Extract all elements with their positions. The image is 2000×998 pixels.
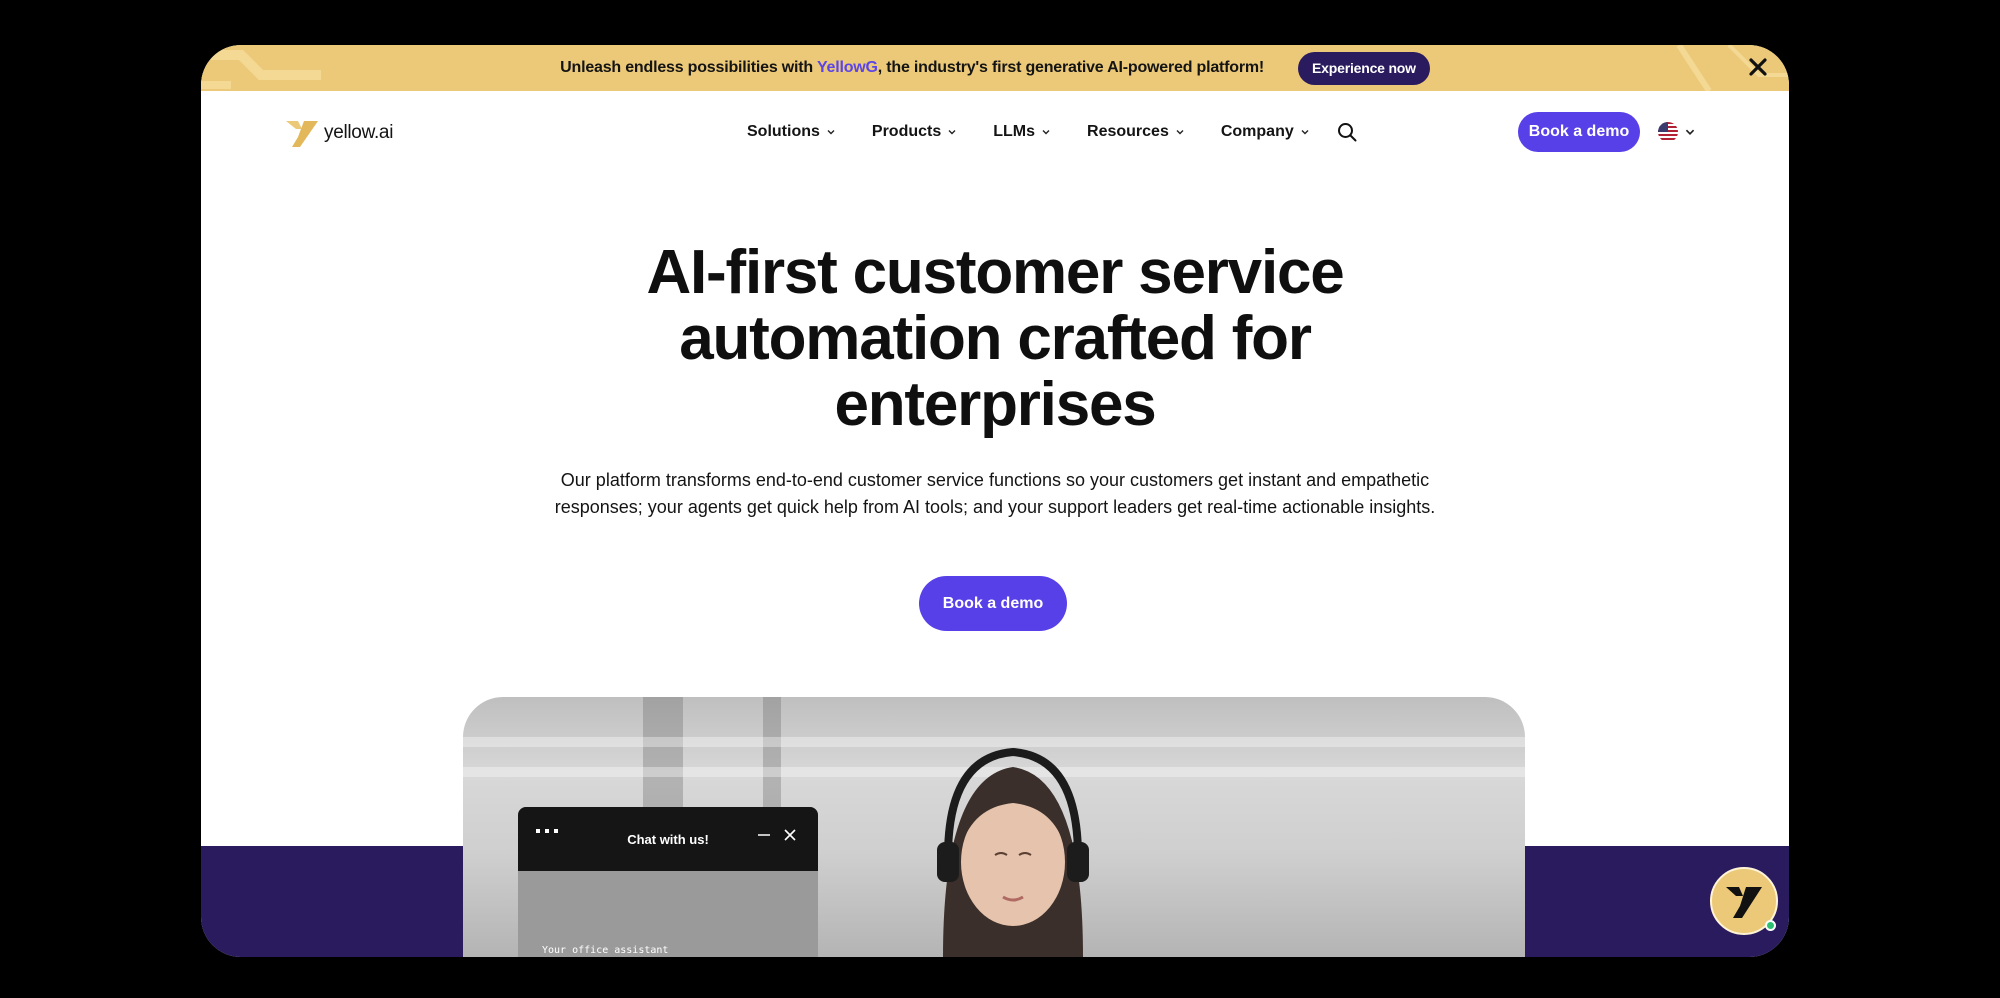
logo-text: yellow.ai [324,122,394,143]
close-icon[interactable] [782,827,798,843]
experience-now-button[interactable]: Experience now [1298,51,1430,85]
announcement-bar: Unleash endless possibilities with Yello… [201,45,1789,91]
chat-title: Chat with us! [627,831,709,847]
hero-heading: AI-first customer service automation cra… [646,238,1344,439]
logo-mark-icon [286,121,318,147]
chevron-down-icon [1042,130,1050,135]
nav-company[interactable]: Company [1221,123,1310,141]
search-icon[interactable] [1336,121,1358,143]
yellowg-highlight[interactable]: YellowG [817,59,878,76]
nav-resources[interactable]: Resources [1087,123,1185,141]
chevron-down-icon [1176,130,1184,135]
hero-book-demo-button[interactable]: Book a demo [919,576,1067,631]
us-flag-icon [1658,122,1678,142]
nav-solutions[interactable]: Solutions [747,123,836,141]
chat-widget: Chat with us! Your office assistant [518,807,818,957]
person-with-headphones-image [937,747,1089,957]
minimize-icon[interactable] [756,827,772,843]
banner-pattern-left [201,50,321,89]
language-selector[interactable] [1658,122,1696,142]
chevron-down-icon [948,130,956,135]
logo[interactable]: yellow.ai [286,119,393,147]
chatbot-launcher[interactable] [1710,867,1778,935]
more-options-icon[interactable] [536,827,558,835]
nav-llms[interactable]: LLMs [993,123,1051,141]
chevron-down-icon [1685,129,1695,135]
browser-viewport: Unleash endless possibilities with Yello… [201,45,1789,957]
announcement-text: Unleash endless possibilities with Yello… [560,59,1265,76]
chevron-down-icon [1301,130,1309,135]
chevron-down-icon [827,130,835,135]
nav-products[interactable]: Products [872,123,957,141]
hero-video[interactable]: Chat with us! Your office assistant [463,697,1525,957]
online-status-dot [1765,920,1776,931]
yellow-ai-logo-icon [1726,887,1762,918]
site-header: yellow.ai Solutions Products LLMs Resour… [201,91,1789,177]
header-book-demo-button[interactable]: Book a demo [1518,112,1640,152]
main-nav: Solutions Products LLMs Resources Compan… [747,117,1358,147]
hero-subtitle: Our platform transforms end-to-end custo… [554,470,1436,517]
chat-header: Chat with us! [518,807,818,871]
close-icon[interactable] [1743,52,1773,82]
chat-body-text: Your office assistant [542,945,669,956]
